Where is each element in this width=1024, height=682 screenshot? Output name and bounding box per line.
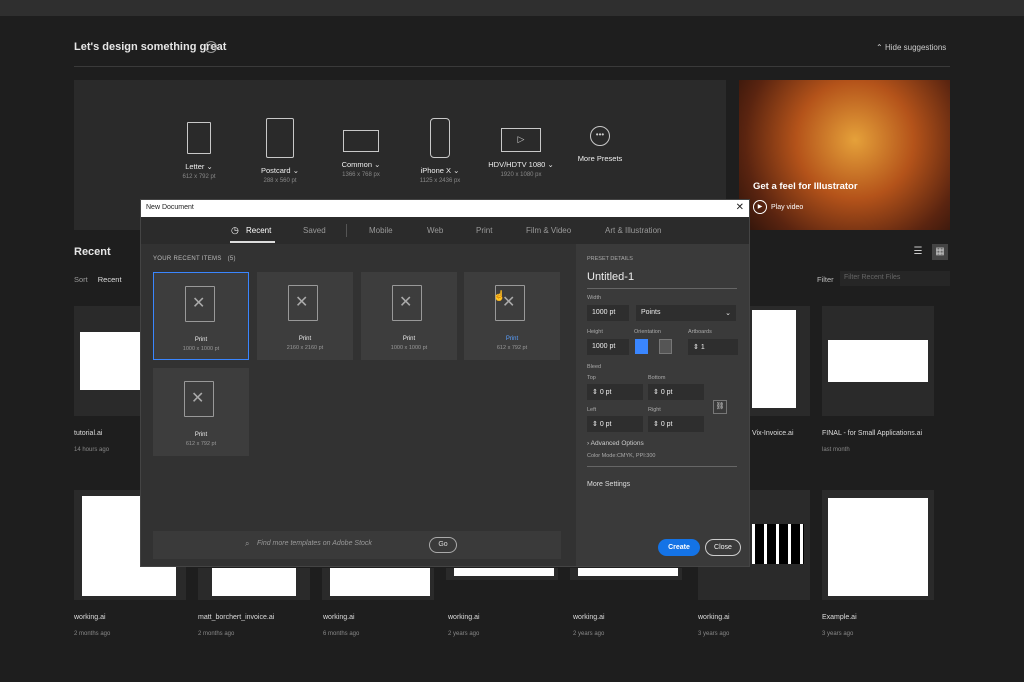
- filter-label: Filter: [817, 275, 834, 284]
- tab-film-video[interactable]: Film & Video: [526, 226, 571, 235]
- letter-icon: [187, 122, 211, 154]
- clock-icon: ◷: [231, 225, 239, 235]
- recent-item-card[interactable]: Print612 x 792 pt: [464, 272, 560, 360]
- create-button[interactable]: Create: [658, 539, 700, 556]
- video-card[interactable]: Get a feel for Illustrator ▶ Play video: [739, 80, 950, 230]
- stepper-icon: ⇕: [653, 389, 661, 396]
- page-title: Let's design something great: [74, 41, 227, 53]
- grid-view-icon[interactable]: ▦: [932, 244, 948, 260]
- preset-details-panel: PRESET DETAILS Untitled-1 Width 1000 pt …: [576, 244, 749, 566]
- preset-hdtv[interactable]: ▷ HDV/HDTV 1080 ⌄ 1920 x 1080 px: [476, 122, 566, 178]
- close-icon[interactable]: ✕: [736, 202, 744, 213]
- artboards-field[interactable]: ⇕ 1: [688, 339, 738, 355]
- file-thumb[interactable]: [446, 568, 558, 580]
- more-settings-button[interactable]: More Settings: [587, 481, 630, 488]
- divider: [587, 466, 737, 467]
- hide-suggestions-link[interactable]: ⌃ Hide suggestions: [876, 43, 946, 52]
- tab-recent[interactable]: Recent: [229, 226, 276, 243]
- common-icon: [343, 130, 379, 152]
- preset-letter[interactable]: Letter ⌄ 612 x 792 pt: [154, 122, 244, 180]
- file-thumb[interactable]: [750, 306, 810, 416]
- file-thumb[interactable]: [822, 490, 934, 600]
- play-video-button[interactable]: ▶ Play video: [753, 200, 803, 214]
- height-field[interactable]: 1000 pt: [587, 339, 629, 355]
- recent-item-card[interactable]: Print2160 x 2160 pt: [257, 272, 353, 360]
- portrait-orientation-button[interactable]: [635, 339, 648, 354]
- dialog-title: New Document: [141, 200, 749, 217]
- template-search-bar[interactable]: ⌕ Find more templates on Adobe Stock Go: [153, 531, 561, 559]
- go-button[interactable]: Go: [429, 537, 457, 553]
- bleed-bottom-field[interactable]: ⇕ 0 pt: [648, 384, 704, 400]
- document-name-field[interactable]: Untitled-1: [587, 271, 634, 283]
- stepper-icon: ⇕: [592, 389, 600, 396]
- stepper-icon: ⇕: [693, 344, 701, 351]
- file-thumb[interactable]: [198, 568, 310, 600]
- tab-web[interactable]: Web: [427, 226, 443, 235]
- recent-items-header: YOUR RECENT ITEMS (5): [153, 256, 236, 262]
- link-icon[interactable]: ⛓: [713, 400, 727, 414]
- recent-item-card[interactable]: Print1000 x 1000 pt: [153, 272, 249, 360]
- filter-input[interactable]: Filter Recent Files: [840, 271, 950, 286]
- tab-mobile[interactable]: Mobile: [369, 226, 393, 235]
- tab-separator: [346, 224, 347, 237]
- file-thumb[interactable]: [322, 568, 434, 600]
- bleed-left-field[interactable]: ⇕ 0 pt: [587, 416, 643, 432]
- search-icon: ⌕: [245, 539, 250, 548]
- tab-saved[interactable]: Saved: [303, 226, 326, 235]
- chevron-down-icon: ⌄: [725, 310, 731, 317]
- recent-heading: Recent: [74, 246, 111, 258]
- list-view-icon[interactable]: ☰: [910, 244, 926, 260]
- new-document-dialog: New Document ✕ ◷ Recent Saved Mobile Web…: [140, 199, 750, 567]
- document-icon: [288, 285, 318, 321]
- width-field[interactable]: 1000 pt: [587, 305, 629, 321]
- preset-iphone-x[interactable]: iPhone X ⌄ 1125 x 2436 px: [395, 118, 485, 184]
- more-icon: •••: [590, 126, 610, 146]
- advanced-options-toggle[interactable]: › Advanced Options: [587, 440, 644, 447]
- preset-postcard[interactable]: Postcard ⌄ 288 x 560 pt: [235, 118, 325, 184]
- play-icon: ▶: [753, 200, 767, 214]
- tab-print[interactable]: Print: [476, 226, 492, 235]
- document-icon: [185, 286, 215, 322]
- file-thumb[interactable]: [570, 568, 682, 580]
- preset-more[interactable]: ••• More Presets: [555, 122, 645, 163]
- recent-item-card[interactable]: Print612 x 792 pt: [153, 368, 249, 456]
- hand-cursor-icon: ☝: [493, 291, 506, 302]
- iphone-icon: [430, 118, 450, 158]
- name-underline: [587, 288, 737, 289]
- recent-item-card[interactable]: Print1000 x 1000 pt: [361, 272, 457, 360]
- template-search-input[interactable]: Find more templates on Adobe Stock: [257, 540, 372, 547]
- units-select[interactable]: Points ⌄: [636, 305, 736, 321]
- bleed-top-field[interactable]: ⇕ 0 pt: [587, 384, 643, 400]
- chevron-up-icon: ⌃: [876, 43, 885, 52]
- video-icon: ▷: [501, 128, 541, 152]
- dialog-tabs: ◷ Recent Saved Mobile Web Print Film & V…: [141, 217, 749, 244]
- file-thumb[interactable]: [822, 306, 934, 416]
- app-top-bar: [0, 0, 1024, 16]
- sort-control[interactable]: Sort Recent: [74, 275, 122, 284]
- stepper-icon: ⇕: [653, 421, 661, 428]
- info-icon[interactable]: i: [205, 41, 217, 53]
- bleed-right-field[interactable]: ⇕ 0 pt: [648, 416, 704, 432]
- close-button[interactable]: Close: [705, 539, 741, 556]
- landscape-orientation-button[interactable]: [659, 339, 672, 354]
- divider: [74, 66, 950, 67]
- document-icon: [184, 381, 214, 417]
- preset-common[interactable]: Common ⌄ 1366 x 768 px: [316, 122, 406, 178]
- stepper-icon: ⇕: [592, 421, 600, 428]
- tab-art-illustration[interactable]: Art & Illustration: [605, 226, 661, 235]
- document-icon: [392, 285, 422, 321]
- postcard-icon: [266, 118, 294, 158]
